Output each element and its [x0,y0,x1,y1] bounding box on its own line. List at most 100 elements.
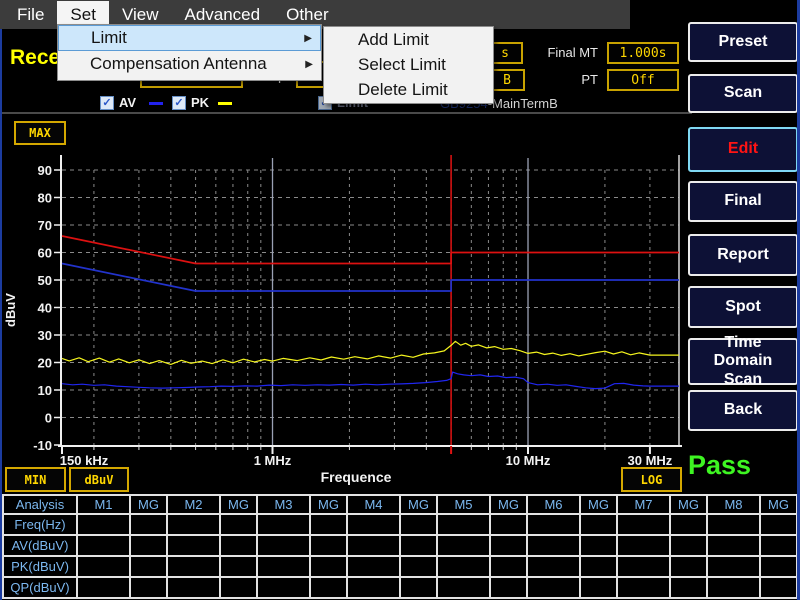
final-button[interactable]: Final [688,181,798,222]
data-cell [527,577,580,598]
pass-status: Pass [688,450,751,481]
trace-qp-limit [62,236,679,264]
menu-item-label: Add Limit [358,30,429,50]
data-cell [130,556,167,577]
column-header: MG [220,495,257,514]
data-cell [400,535,437,556]
scan-chart: -100102030405060708090150 kHz1 MHz10 MHz… [0,148,692,496]
preset-button[interactable]: Preset [688,22,798,62]
data-cell [490,556,527,577]
data-cell [310,535,347,556]
spot-button[interactable]: Spot [688,286,798,328]
time-domain-scan-button[interactable]: Time Domain Scan [688,338,798,385]
trace-av [62,372,679,389]
column-header: MG [490,495,527,514]
data-cell [580,577,617,598]
data-cell [760,535,797,556]
column-header: M2 [167,495,220,514]
data-cell [437,535,490,556]
set-dropdown-menu: Limit ▶ Compensation Antenna ▶ [57,24,322,81]
data-cell [257,514,310,535]
column-header: MG [310,495,347,514]
scan-button[interactable]: Scan [688,74,798,113]
limit-flyout-menu: Add LimitSelect Limit Delete Limit [323,26,494,104]
menu-item-file[interactable]: File [4,1,57,28]
add-limit-menu-item[interactable]: Add Limit [324,27,493,52]
av-checkbox[interactable]: ✓ [100,96,114,110]
data-cell [167,577,220,598]
data-cell [167,535,220,556]
data-cell [490,535,527,556]
pk-checkbox-label: PK [191,95,209,110]
pk-trace-color-swatch [218,102,232,105]
data-cell [130,514,167,535]
data-cell [760,577,797,598]
column-header: M7 [617,495,670,514]
data-cell [707,577,760,598]
emi-receiver-app: { "menu_bar": { "items": [ {"label": "Fi… [0,0,800,600]
menu-item-label: Compensation Antenna [90,54,267,74]
select-limit-menu-item[interactable]: Select Limit [324,52,493,77]
row-label: AV(dBuV) [3,535,77,556]
column-header: MG [760,495,797,514]
y-tick-label: 0 [45,411,52,426]
back-button[interactable]: Back [688,390,798,431]
set-menu-item-compensation[interactable]: Compensation Antenna ▶ [58,51,321,77]
column-header: M4 [347,495,400,514]
results-table-wrap: AnalysisM1MGM2MGM3MGM4MGM5MGM6MGM7MGM8MG… [2,494,798,599]
table-row: Freq(Hz) [3,514,797,535]
pt-field[interactable]: Off [607,69,679,91]
table-row: QP(dBuV) [3,577,797,598]
y-tick-label: 60 [38,246,52,261]
data-cell [437,514,490,535]
report-button[interactable]: Report [688,234,798,276]
y-tick-label: 10 [38,383,52,398]
edit-button[interactable]: Edit [688,127,798,172]
max-button[interactable]: MAX [14,121,66,145]
data-cell [77,514,130,535]
x-tick-label: 10 MHz [506,453,551,468]
data-cell [760,556,797,577]
data-cell [580,514,617,535]
pt-label: PT [520,72,598,87]
data-cell [527,556,580,577]
y-tick-label: 70 [38,218,52,233]
column-header: M3 [257,495,310,514]
data-cell [617,556,670,577]
final-mt-field[interactable]: 1.000s [607,42,679,64]
results-table: AnalysisM1MGM2MGM3MGM4MGM5MGM6MGM7MGM8MG… [2,494,798,599]
delete-limit-menu-item[interactable]: Delete Limit [324,77,493,102]
x-axis-title: Frequence [321,469,392,485]
data-cell [670,535,707,556]
column-header: MG [400,495,437,514]
y-tick-label: 40 [38,301,52,316]
data-cell [527,514,580,535]
set-menu-item-limit[interactable]: Limit ▶ [58,25,321,51]
column-header: M6 [527,495,580,514]
menu-item-label: Delete Limit [358,80,448,100]
data-cell [220,577,257,598]
column-header: M5 [437,495,490,514]
data-cell [437,577,490,598]
av-trace-color-swatch [149,102,163,105]
data-cell [220,556,257,577]
limit-name-suffix: -MainTermB [488,96,558,111]
submenu-arrow-icon: ▶ [304,33,312,44]
data-cell [220,535,257,556]
data-cell [437,556,490,577]
header-separator [0,112,692,114]
data-cell [527,535,580,556]
data-cell [707,514,760,535]
data-cell [707,556,760,577]
data-cell [310,556,347,577]
data-cell [490,577,527,598]
pk-checkbox[interactable]: ✓ [172,96,186,110]
table-header-row: AnalysisM1MGM2MGM3MGM4MGM5MGM6MGM7MGM8MG [3,495,797,514]
row-label: PK(dBuV) [3,556,77,577]
column-header: MG [580,495,617,514]
submenu-arrow-icon: ▶ [305,59,313,70]
data-cell [760,514,797,535]
data-cell [257,556,310,577]
menu-item-label: Limit [91,28,127,48]
trace-av-limit [62,264,679,292]
